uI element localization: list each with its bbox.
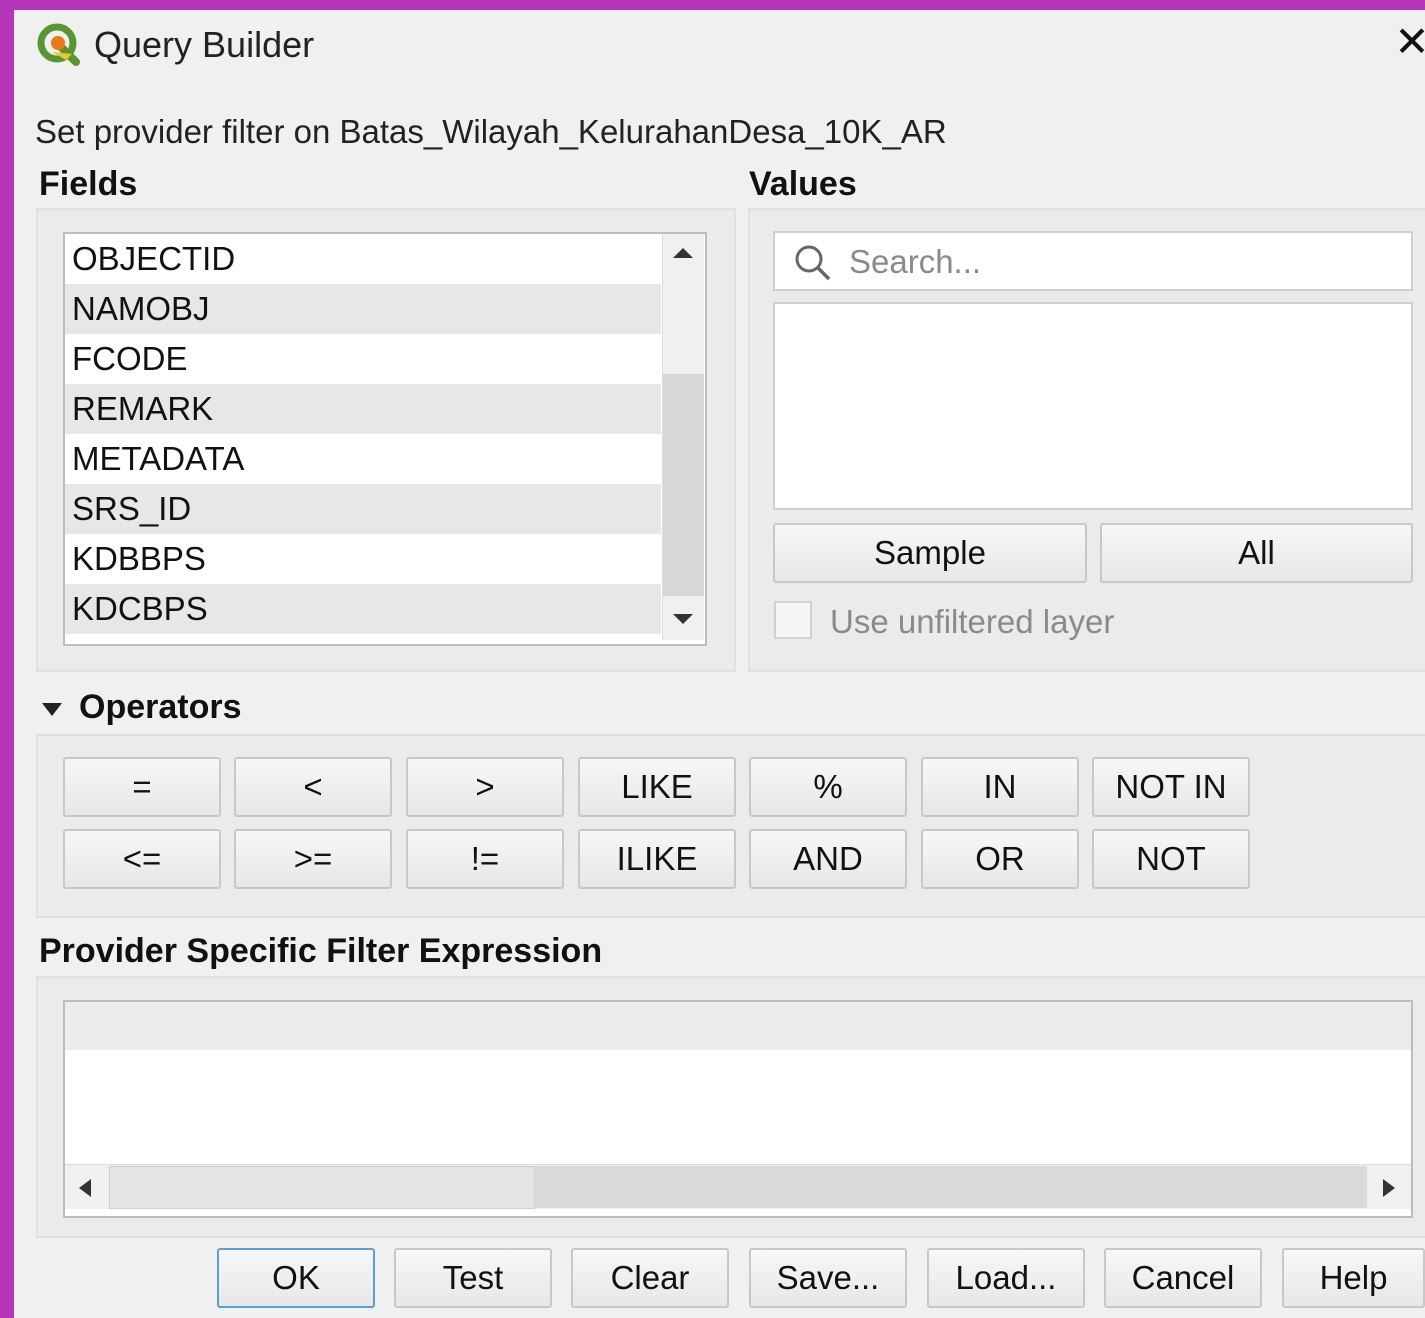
operator-equals-button[interactable]: = bbox=[63, 757, 221, 817]
operator-and-button[interactable]: AND bbox=[749, 829, 907, 889]
expression-horizontal-scrollbar[interactable] bbox=[65, 1164, 1411, 1209]
scroll-up-arrow-icon[interactable] bbox=[671, 244, 695, 260]
close-icon[interactable]: ✕ bbox=[1394, 21, 1425, 63]
operator-percent-button[interactable]: % bbox=[749, 757, 907, 817]
operator-less-than-button[interactable]: < bbox=[234, 757, 392, 817]
field-item[interactable]: OBJECTID bbox=[65, 234, 661, 284]
all-button[interactable]: All bbox=[1100, 523, 1413, 583]
field-item[interactable]: KDBBPS bbox=[65, 534, 661, 584]
fields-scroll-thumb[interactable] bbox=[663, 374, 704, 596]
help-button[interactable]: Help bbox=[1282, 1248, 1425, 1308]
query-builder-dialog: Query Builder ✕ Set provider filter on B… bbox=[14, 10, 1425, 1318]
operator-ilike-button[interactable]: ILIKE bbox=[578, 829, 736, 889]
load-button[interactable]: Load... bbox=[927, 1248, 1085, 1308]
scroll-right-arrow-icon[interactable] bbox=[1381, 1177, 1399, 1199]
scroll-left-arrow-icon[interactable] bbox=[75, 1177, 93, 1199]
sample-button[interactable]: Sample bbox=[773, 523, 1087, 583]
use-unfiltered-layer-checkbox[interactable] bbox=[774, 601, 812, 639]
current-line-highlight bbox=[65, 1002, 1411, 1050]
field-item[interactable]: REMARK bbox=[65, 384, 661, 434]
field-item[interactable]: METADATA bbox=[65, 434, 661, 484]
field-item[interactable]: FCODE bbox=[65, 334, 661, 384]
fields-list[interactable]: OBJECTID NAMOBJ FCODE REMARK METADATA SR… bbox=[63, 232, 707, 646]
field-item[interactable]: NAMOBJ bbox=[65, 284, 661, 334]
test-button[interactable]: Test bbox=[394, 1248, 552, 1308]
cancel-button[interactable]: Cancel bbox=[1104, 1248, 1262, 1308]
operator-or-button[interactable]: OR bbox=[921, 829, 1079, 889]
expression-scroll-thumb[interactable] bbox=[109, 1166, 535, 1209]
fields-vertical-scrollbar[interactable] bbox=[662, 234, 704, 640]
scroll-down-arrow-icon[interactable] bbox=[671, 612, 695, 628]
field-item[interactable]: KDCBPS bbox=[65, 584, 661, 634]
ok-button[interactable]: OK bbox=[217, 1248, 375, 1308]
field-item[interactable]: SRS_ID bbox=[65, 484, 661, 534]
clear-button[interactable]: Clear bbox=[571, 1248, 729, 1308]
filter-expression-editor[interactable] bbox=[63, 1000, 1413, 1218]
operator-greater-equal-button[interactable]: >= bbox=[234, 829, 392, 889]
search-placeholder: Search... bbox=[849, 243, 982, 280]
fields-label: Fields bbox=[39, 165, 138, 203]
expression-scroll-track bbox=[535, 1166, 1367, 1208]
operator-in-button[interactable]: IN bbox=[921, 757, 1079, 817]
operator-not-in-button[interactable]: NOT IN bbox=[1092, 757, 1250, 817]
filter-expression-label: Provider Specific Filter Expression bbox=[39, 932, 603, 970]
values-list[interactable] bbox=[773, 302, 1413, 510]
window-title: Query Builder bbox=[94, 24, 315, 65]
search-icon bbox=[795, 245, 831, 281]
values-label: Values bbox=[749, 165, 857, 203]
operator-not-button[interactable]: NOT bbox=[1092, 829, 1250, 889]
save-button[interactable]: Save... bbox=[749, 1248, 907, 1308]
operator-not-equal-button[interactable]: != bbox=[406, 829, 564, 889]
provider-filter-subtitle: Set provider filter on Batas_Wilayah_Kel… bbox=[35, 113, 947, 150]
operator-greater-than-button[interactable]: > bbox=[406, 757, 564, 817]
operator-less-equal-button[interactable]: <= bbox=[63, 829, 221, 889]
collapse-arrow-icon[interactable] bbox=[40, 700, 64, 718]
operators-label: Operators bbox=[79, 688, 242, 726]
operator-like-button[interactable]: LIKE bbox=[578, 757, 736, 817]
fields-rows: OBJECTID NAMOBJ FCODE REMARK METADATA SR… bbox=[65, 234, 661, 634]
values-search-input[interactable]: Search... bbox=[773, 231, 1413, 291]
use-unfiltered-layer-label: Use unfiltered layer bbox=[830, 603, 1115, 640]
qgis-logo-icon bbox=[37, 23, 80, 66]
